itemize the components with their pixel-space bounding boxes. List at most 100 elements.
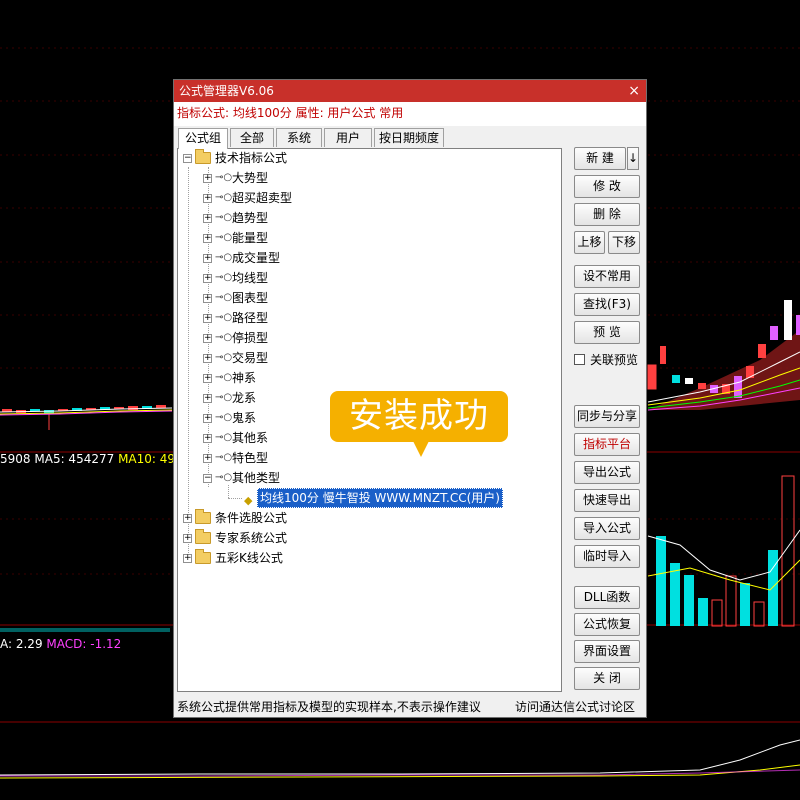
tree-node-child[interactable]: + ⊸○ 交易型 <box>203 349 268 367</box>
macd-value: MACD: -1.12 <box>46 637 122 651</box>
tree-node-child[interactable]: + ⊸○ 大势型 <box>203 169 268 187</box>
key-icon: ⊸○ <box>215 172 233 183</box>
expand-icon[interactable]: + <box>203 213 212 223</box>
tree-node-condition-stock-picking[interactable]: + 条件选股公式 <box>183 509 287 527</box>
expand-icon[interactable]: + <box>183 533 192 543</box>
dialog-title: 公式管理器V6.06 <box>179 84 274 98</box>
status-bar: 系统公式提供常用指标及模型的实现样本,不表示操作建议 访问通达信公式讨论区 <box>177 698 643 716</box>
tree-node-label: 条件选股公式 <box>215 511 288 525</box>
tree-node-label: 龙系 <box>232 391 257 405</box>
tree-node-label: 停损型 <box>232 331 269 345</box>
key-icon: ⊸○ <box>215 252 233 263</box>
checkbox-box[interactable] <box>574 354 585 365</box>
close-button[interactable]: 关 闭 <box>574 667 640 690</box>
tree-node-child[interactable]: + ⊸○ 路径型 <box>203 309 268 327</box>
ma-indicator-readout: 5908 MA5: 454277 MA10: 49946 <box>0 452 198 466</box>
tree-node-label: 均线型 <box>232 271 269 285</box>
tree-node-child[interactable]: + ⊸○ 趋势型 <box>203 209 268 227</box>
forum-link[interactable]: 访问通达信公式讨论区 <box>515 698 635 716</box>
expand-icon[interactable]: + <box>203 173 212 183</box>
tree-node-child[interactable]: + ⊸○ 均线型 <box>203 269 268 287</box>
key-icon: ⊸○ <box>215 312 233 323</box>
set-unused-button[interactable]: 设不常用 <box>574 265 640 288</box>
tab-user[interactable]: 用户 <box>324 128 372 147</box>
formula-restore-button[interactable]: 公式恢复 <box>574 613 640 636</box>
tree-node-color-kline[interactable]: + 五彩K线公式 <box>183 549 283 567</box>
linked-preview-checkbox[interactable]: 关联预览 <box>574 351 638 368</box>
quick-export-button[interactable]: 快速导出 <box>574 489 640 512</box>
expand-icon[interactable]: + <box>203 193 212 203</box>
expand-icon[interactable]: + <box>203 253 212 263</box>
tree-node-child-expanded[interactable]: − ⊸○ 其他类型 <box>203 469 280 487</box>
expand-icon[interactable]: + <box>203 373 212 383</box>
selected-formula-label: 均线100分 慢牛智投 WWW.MNZT.CC(用户) <box>257 488 503 508</box>
ma5-readout: 5908 <box>0 452 31 466</box>
key-icon: ⊸○ <box>215 232 233 243</box>
move-up-button[interactable]: 上移 <box>574 231 605 254</box>
expand-icon[interactable]: + <box>203 293 212 303</box>
sync-share-button[interactable]: 同步与分享 <box>574 405 640 428</box>
tree-node-child[interactable]: + ⊸○ 其他系 <box>203 429 268 447</box>
tab-by-date-frequency[interactable]: 按日期频度 <box>374 128 444 147</box>
tree-node-label: 趋势型 <box>232 211 269 225</box>
key-icon: ⊸○ <box>215 192 233 203</box>
tab-system[interactable]: 系统 <box>276 128 322 147</box>
tree-node-label: 能量型 <box>232 231 269 245</box>
tree-node-child[interactable]: + ⊸○ 停损型 <box>203 329 268 347</box>
collapse-icon[interactable]: − <box>183 153 192 163</box>
move-down-button[interactable]: 下移 <box>608 231 640 254</box>
tree-node-label: 交易型 <box>232 351 269 365</box>
formula-icon: ◆ <box>244 494 253 507</box>
indicator-platform-button[interactable]: 指标平台 <box>574 433 640 456</box>
key-icon: ⊸○ <box>215 392 233 403</box>
tree-node-child[interactable]: + ⊸○ 龙系 <box>203 389 256 407</box>
expand-icon[interactable]: + <box>203 273 212 283</box>
find-button[interactable]: 查找(F3) <box>574 293 640 316</box>
modify-button[interactable]: 修 改 <box>574 175 640 198</box>
dll-function-button[interactable]: DLL函数 <box>574 586 640 609</box>
key-icon: ⊸○ <box>215 372 233 383</box>
tree-node-child[interactable]: + ⊸○ 鬼系 <box>203 409 256 427</box>
tree-node-child[interactable]: + ⊸○ 成交量型 <box>203 249 280 267</box>
new-button[interactable]: 新 建 <box>574 147 626 170</box>
formula-info-bar: 指标公式: 均线100分 属性: 用户公式 常用 <box>174 102 646 126</box>
tree-node-child[interactable]: + ⊸○ 神系 <box>203 369 256 387</box>
ui-settings-button[interactable]: 界面设置 <box>574 640 640 663</box>
tree-node-child[interactable]: + ⊸○ 能量型 <box>203 229 268 247</box>
new-dropdown-button[interactable]: ↓ <box>627 147 639 170</box>
expand-icon[interactable]: + <box>203 353 212 363</box>
preview-button[interactable]: 预 览 <box>574 321 640 344</box>
collapse-icon[interactable]: − <box>203 473 212 483</box>
expand-icon[interactable]: + <box>183 553 192 563</box>
status-disclaimer: 系统公式提供常用指标及模型的实现样本,不表示操作建议 <box>177 700 481 714</box>
expand-icon[interactable]: + <box>203 433 212 443</box>
expand-icon[interactable]: + <box>183 513 192 523</box>
expand-icon[interactable]: + <box>203 313 212 323</box>
import-formula-button[interactable]: 导入公式 <box>574 517 640 540</box>
expand-icon[interactable]: + <box>203 333 212 343</box>
key-icon: ⊸○ <box>215 352 233 363</box>
folder-icon <box>195 149 211 164</box>
tree-leaf-selected-formula[interactable]: ◆ 均线100分 慢牛智投 WWW.MNZT.CC(用户) <box>244 488 503 508</box>
expand-icon[interactable]: + <box>203 453 212 463</box>
dialog-titlebar[interactable]: 公式管理器V6.06 × <box>174 80 646 102</box>
tree-node-child[interactable]: + ⊸○ 超买超卖型 <box>203 189 292 207</box>
tree-connector <box>228 485 229 498</box>
delete-button[interactable]: 删 除 <box>574 203 640 226</box>
export-formula-button[interactable]: 导出公式 <box>574 461 640 484</box>
expand-icon[interactable]: + <box>203 393 212 403</box>
expand-icon[interactable]: + <box>203 413 212 423</box>
close-icon[interactable]: × <box>628 80 640 102</box>
tree-node-child[interactable]: + ⊸○ 图表型 <box>203 289 268 307</box>
temp-import-button[interactable]: 临时导入 <box>574 545 640 568</box>
tab-formula-group[interactable]: 公式组 <box>178 128 228 149</box>
expand-icon[interactable]: + <box>203 233 212 243</box>
tree-node-technical-indicators[interactable]: − 技术指标公式 <box>183 149 287 167</box>
folder-icon <box>195 529 211 544</box>
key-icon: ⊸○ <box>215 452 233 463</box>
tree-node-child[interactable]: + ⊸○ 特色型 <box>203 449 268 467</box>
key-icon: ⊸○ <box>215 292 233 303</box>
tree-node-expert-system[interactable]: + 专家系统公式 <box>183 529 287 547</box>
tree-node-label: 技术指标公式 <box>215 151 288 165</box>
tab-all[interactable]: 全部 <box>230 128 274 147</box>
